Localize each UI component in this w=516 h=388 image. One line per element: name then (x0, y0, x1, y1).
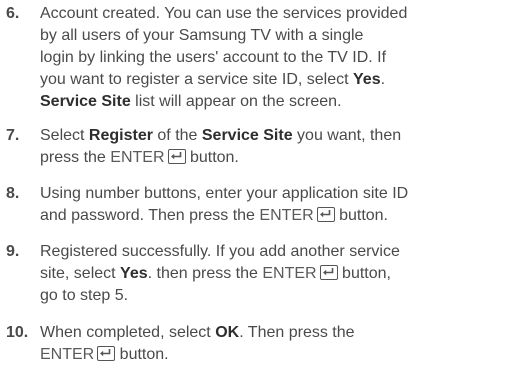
enter-button-label: ENTER (40, 346, 116, 363)
bold-term: Service Site (201, 127, 293, 144)
enter-button-label: ENTER (262, 265, 338, 282)
step-number: 10. (6, 324, 29, 341)
text-run: . then press the (147, 265, 263, 282)
step-text: Using number buttons, enter your applica… (40, 183, 512, 227)
enter-key-icon (167, 149, 186, 164)
text-run: press the (40, 149, 111, 166)
text-run: Account created. You can use the service… (40, 5, 408, 22)
text-run: list will appear on the screen. (130, 93, 342, 110)
enter-label: ENTER (262, 265, 317, 282)
enter-key-icon (316, 207, 335, 222)
text-run: . (380, 71, 386, 88)
enter-key-icon (97, 346, 116, 361)
text-run: Using number buttons, enter your applica… (40, 185, 409, 202)
step-text: Registered successfully. If you add anot… (40, 241, 512, 307)
text-run: and password. Then press the (40, 207, 260, 224)
text-run: Select (40, 127, 89, 144)
text-run: . Then press the (239, 324, 355, 341)
bold-term: Yes (120, 265, 148, 282)
enter-button-label: ENTER (110, 149, 186, 166)
text-run: site, select (40, 265, 121, 282)
text-run: you want to register a service site ID, … (40, 71, 354, 88)
step-text: When completed, select OK. Then press th… (40, 322, 512, 366)
text-run: button, (337, 265, 391, 282)
text-run: button. (115, 346, 169, 363)
step-text: Account created. You can use the service… (40, 3, 512, 113)
text-run: login by linking the users' account to t… (40, 49, 387, 66)
enter-label: ENTER (259, 207, 314, 224)
text-run: When completed, select (40, 324, 216, 341)
bold-term: Service Site (40, 93, 131, 110)
step-number: 9. (6, 243, 20, 260)
bold-term: Register (88, 127, 153, 144)
step-number: 7. (6, 127, 20, 144)
text-run: of the (152, 127, 202, 144)
step-number: 6. (6, 5, 20, 22)
step-text: Select Register of the Service Site you … (40, 125, 512, 169)
text-run: by all users of your Samsung TV with a s… (40, 27, 364, 44)
enter-label: ENTER (40, 346, 95, 363)
step-number: 8. (6, 185, 20, 202)
text-run: you want, then (292, 127, 402, 144)
text-run: go to step 5. (40, 287, 129, 304)
text-run: Registered successfully. If you add anot… (40, 243, 400, 260)
bold-term: OK (215, 324, 240, 341)
enter-label: ENTER (110, 149, 165, 166)
bold-term: Yes (353, 71, 381, 88)
text-run: button. (185, 149, 239, 166)
text-run: button. (334, 207, 388, 224)
enter-key-icon (319, 265, 338, 280)
enter-button-label: ENTER (259, 207, 335, 224)
